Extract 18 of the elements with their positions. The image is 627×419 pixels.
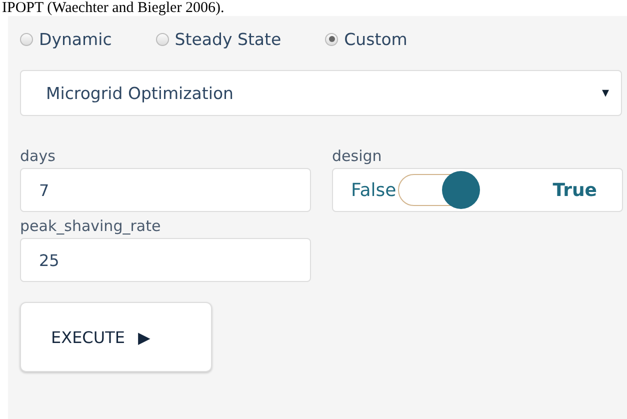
- radio-label: Dynamic: [39, 30, 112, 48]
- field-label: days: [20, 146, 56, 166]
- model-dropdown[interactable]: Microgrid Optimization ▾: [20, 70, 622, 116]
- execute-button[interactable]: EXECUTE ▶: [20, 302, 212, 372]
- input-field[interactable]: 25: [20, 238, 311, 282]
- radio-button[interactable]: [156, 32, 169, 46]
- field-label: design: [332, 146, 383, 166]
- radio-button[interactable]: [20, 32, 33, 46]
- toggle-switch[interactable]: [398, 171, 480, 209]
- field-label: peak_shaving_rate: [20, 216, 162, 236]
- toggle-label: True: [552, 180, 597, 200]
- input-field[interactable]: 7: [20, 168, 311, 212]
- toggle-label: False: [351, 180, 396, 200]
- radio-label: Custom: [344, 30, 408, 48]
- caret-icon: ▾: [602, 85, 609, 101]
- radio-button[interactable]: [325, 32, 338, 46]
- caption-text: IPOPT (Waechter and Biegler 2006).: [1, 0, 226, 16]
- radio-label: Steady State: [174, 30, 282, 48]
